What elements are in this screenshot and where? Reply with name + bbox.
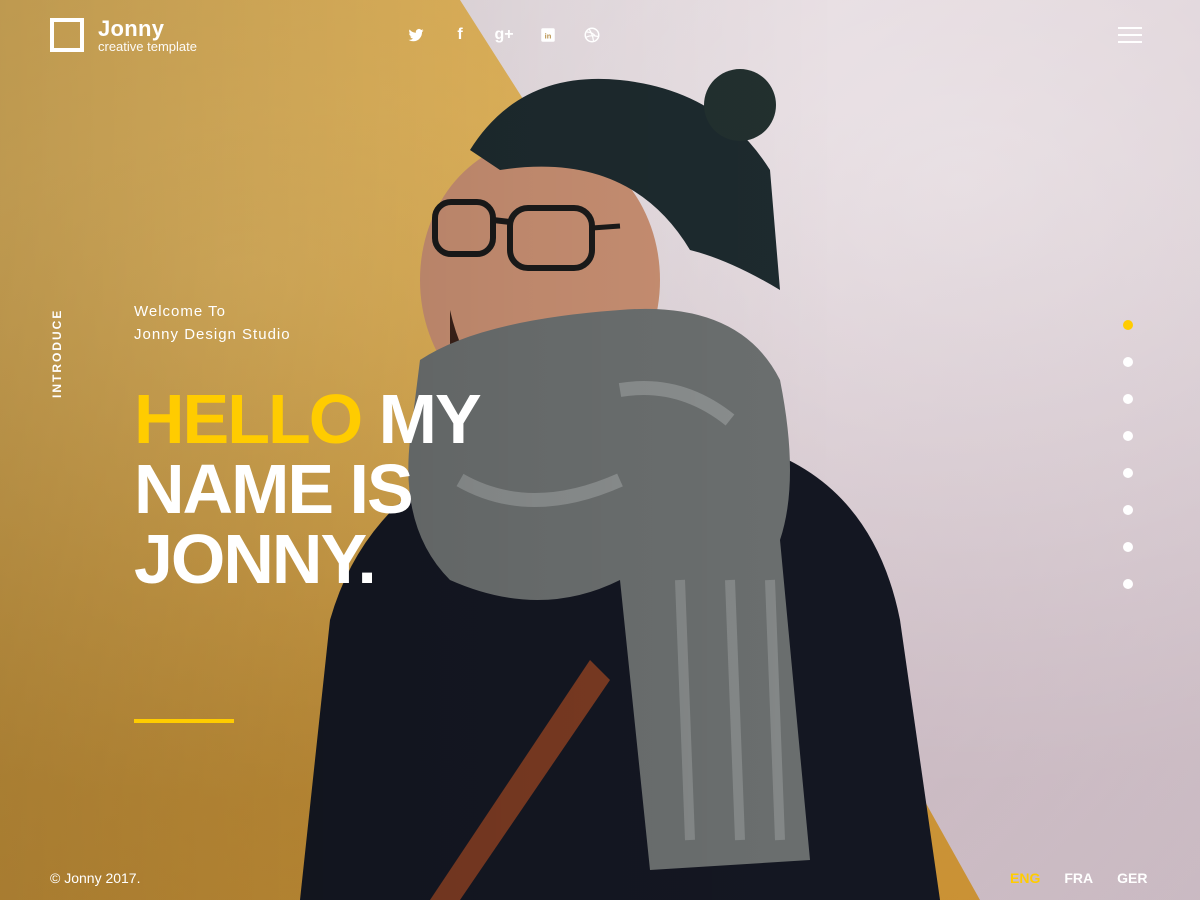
section-side-label: INTRODUCE [50, 308, 64, 398]
headline-accent: HELLO [134, 380, 363, 458]
brand-name: Jonny [98, 16, 165, 41]
slide-dot-1[interactable] [1123, 320, 1133, 330]
hero-section: Jonny creative template f g+ in INTRODUC… [0, 0, 1200, 900]
linkedin-icon[interactable]: in [537, 24, 559, 46]
social-links: f g+ in [405, 24, 603, 46]
slide-pagination [1123, 320, 1133, 589]
copyright-text: © Jonny 2017. [50, 870, 141, 886]
headline-underline [134, 719, 234, 723]
slide-dot-3[interactable] [1123, 394, 1133, 404]
brand-tagline: creative template [98, 39, 197, 54]
hero-headline: HELLO MY NAME IS JONNY. [134, 384, 482, 598]
slide-dot-6[interactable] [1123, 505, 1133, 515]
language-switcher: ENG FRA GER [1010, 870, 1147, 886]
twitter-icon[interactable] [405, 24, 427, 46]
welcome-text: Welcome To Jonny Design Studio [134, 300, 291, 346]
slide-dot-4[interactable] [1123, 431, 1133, 441]
google-plus-icon[interactable]: g+ [493, 24, 515, 46]
site-logo[interactable]: Jonny creative template [50, 18, 197, 54]
welcome-line-1: Welcome To [134, 303, 226, 320]
hamburger-menu-icon[interactable] [1118, 27, 1142, 43]
headline-line-3: JONNY. [134, 520, 377, 598]
slide-dot-2[interactable] [1123, 357, 1133, 367]
dribbble-icon[interactable] [581, 24, 603, 46]
welcome-line-2: Jonny Design Studio [134, 326, 291, 343]
slide-dot-5[interactable] [1123, 468, 1133, 478]
headline-line-1: MY [361, 380, 482, 458]
headline-line-2: NAME IS [134, 450, 414, 528]
svg-text:in: in [545, 31, 552, 40]
language-option-fra[interactable]: FRA [1064, 870, 1093, 886]
language-option-ger[interactable]: GER [1117, 870, 1147, 886]
logo-text: Jonny creative template [98, 18, 197, 54]
language-option-eng[interactable]: ENG [1010, 870, 1040, 886]
slide-dot-7[interactable] [1123, 542, 1133, 552]
logo-square-icon [50, 18, 84, 52]
slide-dot-8[interactable] [1123, 579, 1133, 589]
facebook-icon[interactable]: f [449, 24, 471, 46]
